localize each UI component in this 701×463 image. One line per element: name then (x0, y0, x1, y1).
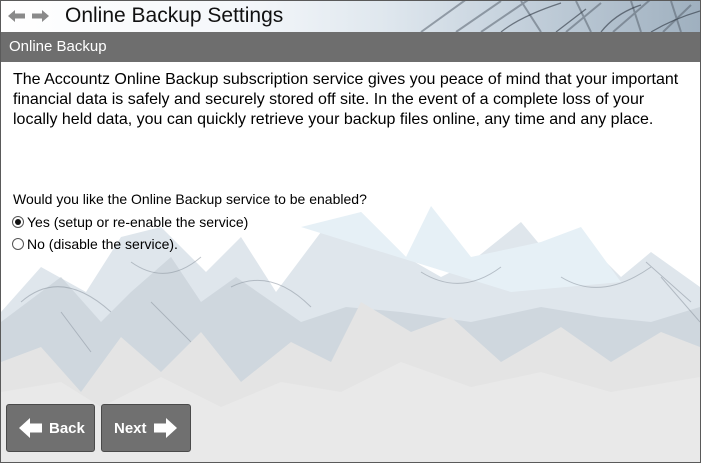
option-no-label: No (disable the service). (27, 236, 178, 252)
radio-yes[interactable] (12, 216, 24, 228)
title-bar: Online Backup Settings (1, 1, 700, 32)
window-title: Online Backup Settings (65, 4, 284, 27)
service-description: The Accountz Online Backup subscription … (13, 71, 679, 128)
section-header-label: Online Backup (9, 38, 107, 55)
back-button[interactable]: Back (6, 404, 95, 452)
arrow-left-icon (19, 418, 42, 438)
option-no[interactable]: No (disable the service). (12, 236, 178, 252)
enable-question: Would you like the Online Backup service… (13, 191, 367, 207)
content-panel: The Accountz Online Backup subscription … (1, 62, 700, 462)
nav-forward-arrow-icon[interactable] (31, 10, 49, 22)
back-button-label: Back (49, 419, 85, 437)
online-backup-settings-window: Online Backup Settings Online Backup The… (0, 0, 701, 463)
radio-no[interactable] (12, 238, 24, 250)
next-button[interactable]: Next (101, 404, 191, 452)
section-header: Online Backup (1, 32, 700, 62)
arrow-right-icon (153, 418, 177, 438)
option-yes-label: Yes (setup or re-enable the service) (27, 214, 249, 230)
next-button-label: Next (114, 419, 147, 437)
nav-back-arrow-icon[interactable] (8, 10, 26, 22)
option-yes[interactable]: Yes (setup or re-enable the service) (12, 214, 248, 230)
